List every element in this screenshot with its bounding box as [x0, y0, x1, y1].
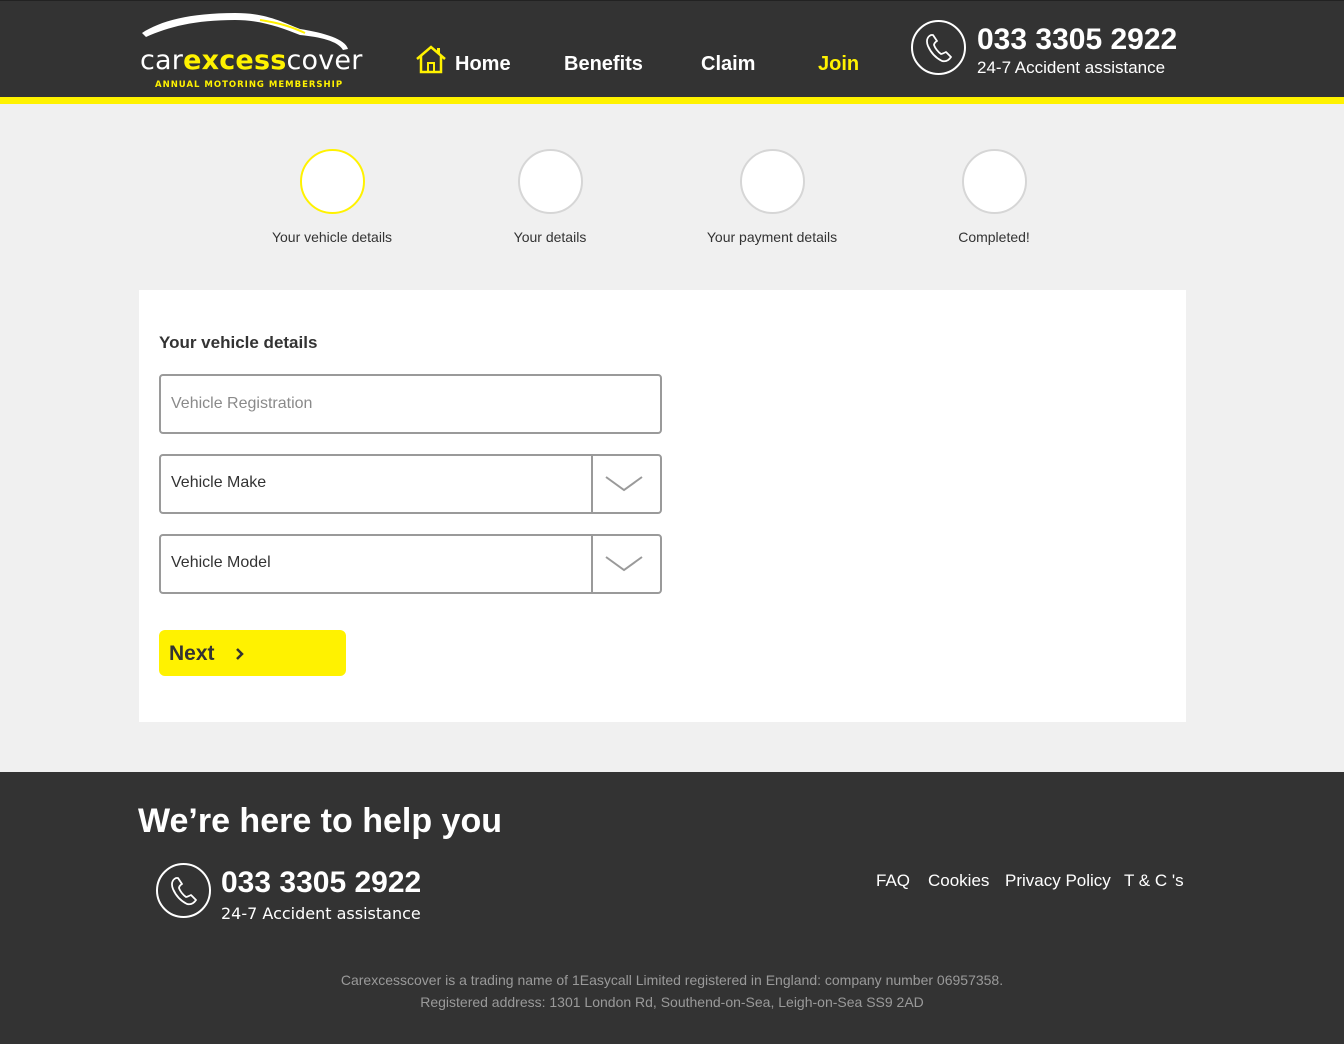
footer-link-faq[interactable]: FAQ — [876, 871, 910, 891]
header-phone-number[interactable]: 033 3305 2922 — [977, 23, 1177, 57]
step-2-label: Your details — [513, 229, 587, 245]
step-4-indicator — [962, 149, 1027, 214]
step-1-label: Your vehicle details — [271, 229, 393, 245]
nav-claim[interactable]: Claim — [701, 53, 755, 76]
vehicle-registration-field[interactable] — [159, 374, 662, 434]
chevron-down-icon[interactable] — [604, 554, 644, 574]
vehicle-details-card: Your vehicle details Vehicle Make Vehicl… — [139, 290, 1186, 722]
next-button-label: Next — [169, 642, 215, 665]
brand-name-excess: excess — [183, 45, 287, 76]
nav-join[interactable]: Join — [818, 53, 859, 76]
select-divider — [591, 456, 593, 512]
site-footer: We’re here to help you 033 3305 2922 24-… — [0, 772, 1344, 1044]
footer-heading: We’re here to help you — [138, 802, 503, 840]
phone-icon[interactable] — [156, 863, 211, 918]
step-1-indicator — [300, 149, 365, 214]
step-2-indicator — [518, 149, 583, 214]
form-heading: Your vehicle details — [159, 333, 318, 352]
chevron-right-icon — [236, 648, 244, 660]
vehicle-make-value: Vehicle Make — [171, 474, 267, 491]
legal-company-line: Carexcesscover is a trading name of 1Eas… — [340, 972, 1004, 988]
step-3-label: Your payment details — [706, 229, 838, 245]
phone-icon[interactable] — [911, 20, 966, 75]
nav-benefits[interactable]: Benefits — [564, 53, 643, 76]
brand-logo[interactable]: carexcesscover ANNUAL MOTORING MEMBERSHI… — [140, 11, 362, 91]
nav-home[interactable]: Home — [455, 53, 511, 76]
home-icon[interactable] — [415, 44, 447, 74]
header-phone-subtitle: 24-7 Accident assistance — [977, 58, 1166, 77]
step-3-indicator — [740, 149, 805, 214]
vehicle-make-select[interactable]: Vehicle Make — [159, 454, 662, 514]
site-header: carexcesscover ANNUAL MOTORING MEMBERSHI… — [0, 0, 1344, 104]
vehicle-model-select[interactable]: Vehicle Model — [159, 534, 662, 594]
brand-tagline: ANNUAL MOTORING MEMBERSHIP — [155, 80, 344, 90]
footer-link-cookies[interactable]: Cookies — [928, 871, 989, 891]
brand-wordmark: carexcesscover — [140, 45, 363, 76]
chevron-down-icon[interactable] — [604, 474, 644, 494]
vehicle-registration-input[interactable] — [161, 376, 660, 432]
footer-link-terms[interactable]: T & C 's — [1124, 871, 1184, 891]
step-4-label: Completed! — [958, 229, 1030, 245]
legal-address-line: Registered address: 1301 London Rd, Sout… — [420, 994, 924, 1010]
footer-phone-subtitle: 24-7 Accident assistance — [221, 904, 421, 923]
brand-name-car: car — [140, 45, 184, 76]
vehicle-model-value: Vehicle Model — [171, 554, 271, 571]
select-divider — [591, 536, 593, 592]
next-button[interactable]: Next — [159, 630, 346, 676]
brand-name-cover: cover — [286, 45, 363, 76]
footer-link-privacy-policy[interactable]: Privacy Policy — [1005, 871, 1111, 891]
header-accent-stripe — [0, 97, 1344, 104]
footer-phone-number[interactable]: 033 3305 2922 — [221, 866, 421, 900]
